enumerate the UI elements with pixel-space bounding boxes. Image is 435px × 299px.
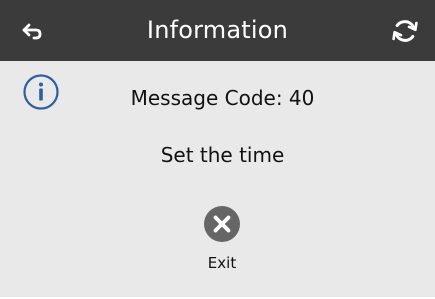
refresh-icon [392, 20, 418, 42]
page-title: Information [146, 16, 289, 44]
message-code: Message Code: 40 [130, 86, 315, 110]
information-screen: Information Message Code: 40 Set the tim… [0, 0, 435, 297]
exit-label: Exit [207, 254, 237, 272]
refresh-button[interactable] [389, 15, 421, 47]
exit-button[interactable]: Exit [187, 203, 257, 275]
header-bar: Information [0, 0, 435, 61]
close-icon [203, 205, 241, 243]
message-text: Set the time [160, 143, 285, 167]
